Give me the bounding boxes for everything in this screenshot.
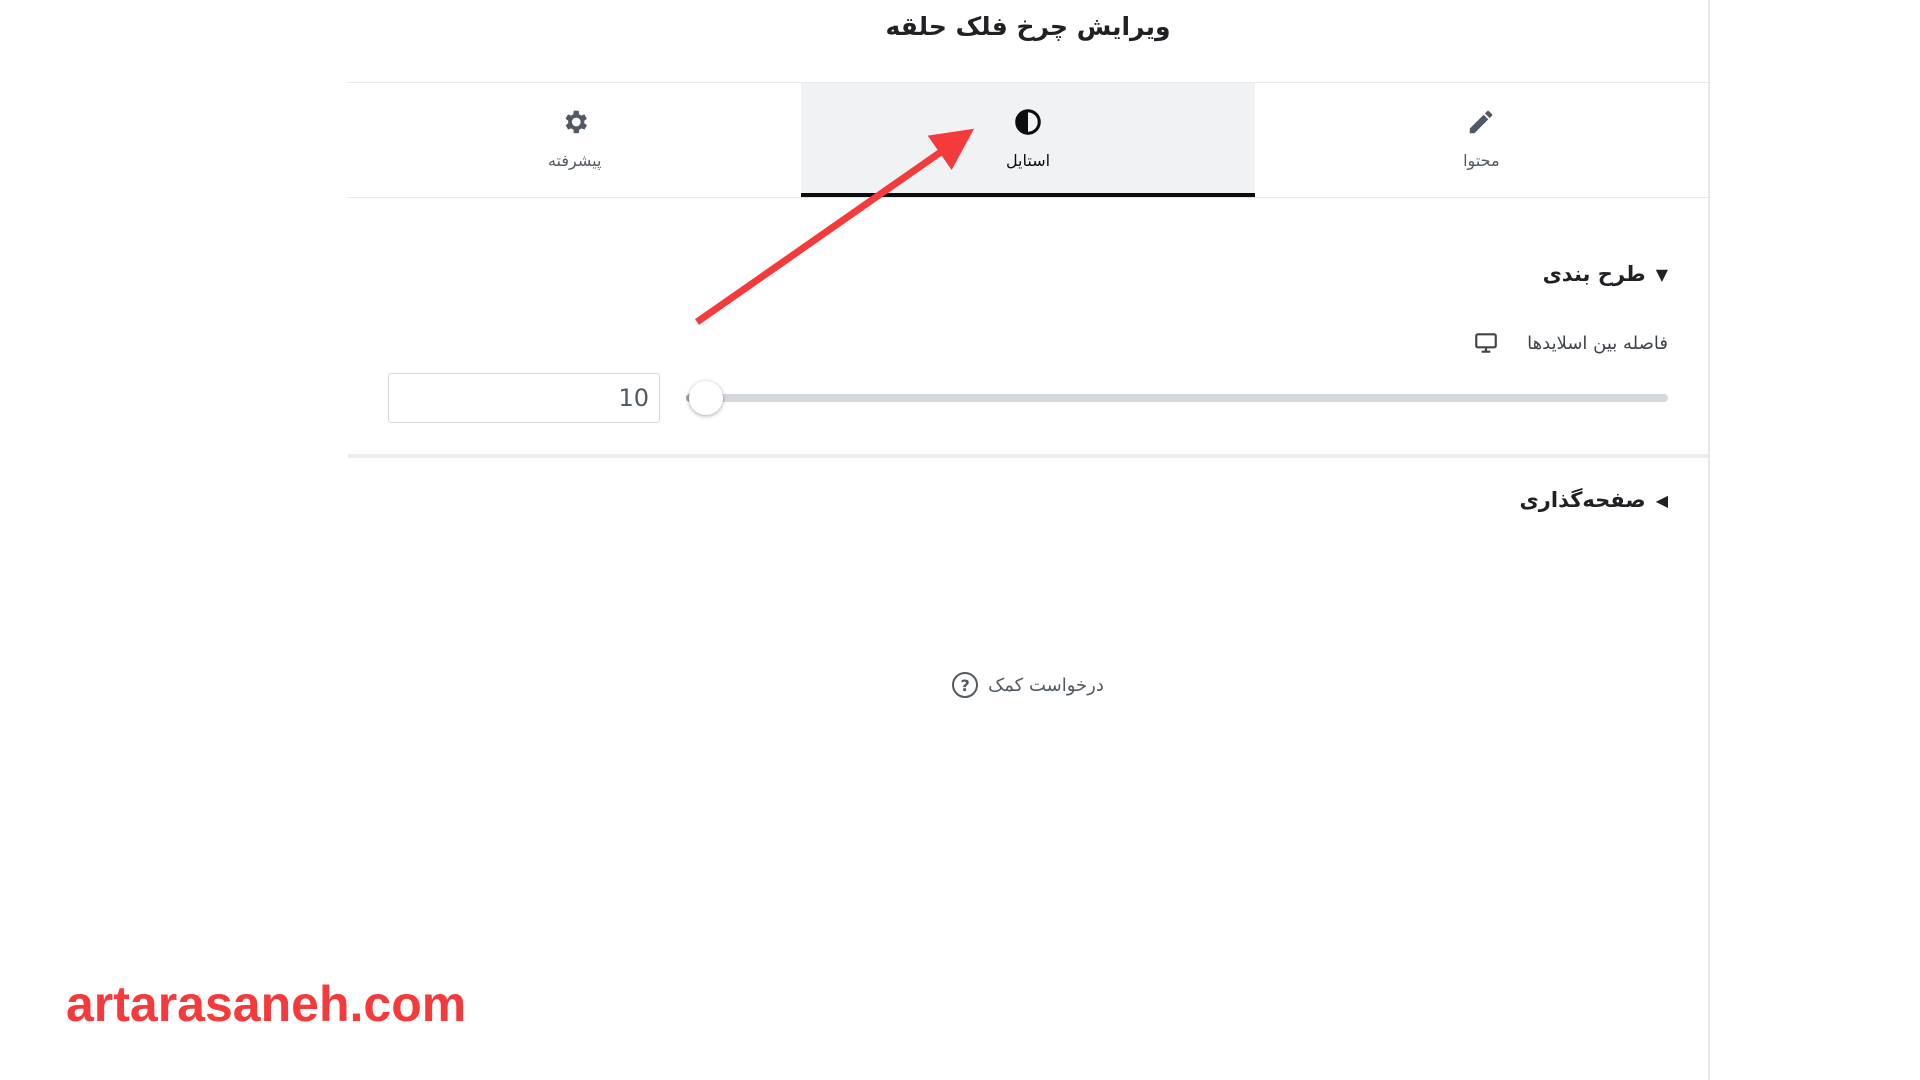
question-icon: ? [952,672,979,698]
layout-section: ▼ طرح بندی فاصله بین اسلایدها [348,254,1708,424]
pencil-icon [1466,107,1496,141]
panel-header: ویرایش چرخ فلک حلقه [348,0,1708,83]
editor-panel: ویرایش چرخ فلک حلقه محتوا استایل پیشرفته… [348,0,1710,1080]
help-link[interactable]: درخواست کمک ? [348,672,1708,698]
tab-label: پیشرفته [547,150,602,170]
slide-spacing-slider[interactable] [686,381,1668,415]
slide-spacing-input[interactable] [388,373,660,423]
layout-section-toggle[interactable]: ▼ طرح بندی [388,254,1668,294]
tab-label: استایل [1005,150,1051,170]
watermark: artarasaneh.com [66,976,467,1032]
pagination-section-toggle[interactable]: ◀ صفحه‌گذاری [348,488,1708,512]
desktop-icon[interactable] [1473,330,1499,356]
panel-title: ویرایش چرخ فلک حلقه [885,11,1171,41]
gear-icon [560,107,590,141]
layout-section-title: طرح بندی [1542,262,1646,286]
section-divider [348,454,1708,458]
tab-style[interactable]: استایل [801,83,1255,197]
caret-down-icon: ▼ [1655,264,1668,284]
tab-content[interactable]: محتوا [1255,83,1708,197]
caret-left-icon: ◀ [1655,490,1668,510]
tab-label: محتوا [1463,150,1500,170]
slide-spacing-control [388,372,1668,424]
slide-spacing-label: فاصله بین اسلایدها [1527,332,1668,354]
pagination-section-title: صفحه‌گذاری [1519,488,1646,512]
help-label: درخواست کمک [988,674,1104,696]
contrast-icon [1013,107,1043,141]
slider-thumb[interactable] [689,381,723,415]
slide-spacing-label-row: فاصله بین اسلایدها [388,330,1668,356]
tab-advanced[interactable]: پیشرفته [348,83,801,197]
tab-bar: محتوا استایل پیشرفته [348,83,1708,198]
